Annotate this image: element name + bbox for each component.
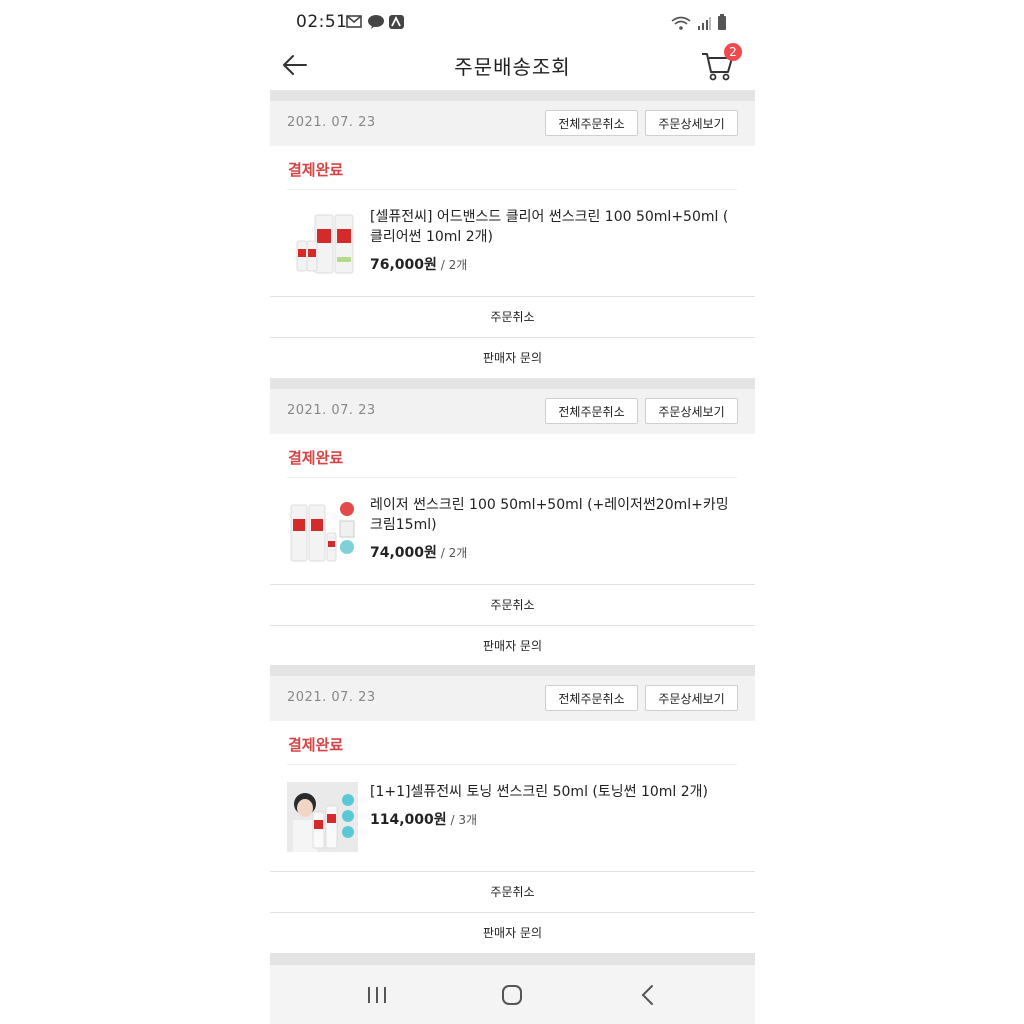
status-time: 02:51 (296, 12, 348, 32)
section-separator (270, 953, 755, 964)
order-date: 2021. 07. 23 (287, 115, 376, 130)
section-separator (270, 378, 755, 389)
divider (287, 477, 737, 478)
order-detail-button[interactable]: 주문상세보기 (645, 110, 738, 136)
nav-back-icon (641, 985, 653, 1005)
nav-back-button[interactable] (633, 983, 663, 1007)
product-name[interactable]: [1+1]셀퓨전씨 토닝 썬스크린 50ml (토닝썬 10ml 2개) (370, 782, 735, 802)
product-price: 76,000원 / 2개 (370, 254, 467, 274)
order-status: 결제완료 (288, 449, 344, 467)
cart-count-badge: 2 (724, 43, 742, 61)
product-name[interactable]: 레이저 썬스크린 100 50ml+50ml (+레이저썬20ml+카밍크림15… (370, 495, 735, 535)
section-separator (270, 90, 755, 101)
product-thumbnail[interactable] (287, 207, 358, 277)
home-icon (502, 985, 522, 1005)
order-card: 2021. 07. 23 전체주문취소 주문상세보기 결제완료 레이저 썬스크린… (270, 389, 755, 667)
phone-screen: 02:51 주문배송조회 2 2021. 07. 23 전체주문취소 주문상세보… (270, 0, 755, 1024)
signal-icon (698, 17, 711, 30)
seller-inquiry-button[interactable]: 판매자 문의 (270, 912, 755, 953)
cancel-all-orders-button[interactable]: 전체주문취소 (545, 685, 638, 711)
product-name[interactable]: [셀퓨전씨] 어드밴스드 클리어 썬스크린 100 50ml+50ml ( 클리… (370, 207, 735, 247)
order-status: 결제완료 (288, 736, 344, 754)
quantity: / 3개 (446, 813, 478, 827)
product-price: 74,000원 / 2개 (370, 542, 467, 562)
cancel-all-orders-button[interactable]: 전체주문취소 (545, 110, 638, 136)
system-nav-bar (270, 964, 755, 1024)
price-value: 114,000원 (370, 812, 447, 828)
recent-apps-icon (368, 987, 386, 1003)
section-separator (270, 665, 755, 676)
notification-icons (346, 14, 404, 29)
quantity: / 2개 (436, 258, 468, 272)
mail-icon (346, 14, 362, 28)
order-header: 2021. 07. 23 전체주문취소 주문상세보기 (270, 101, 755, 146)
order-detail-button[interactable]: 주문상세보기 (645, 398, 738, 424)
app-header: 주문배송조회 2 (270, 42, 755, 90)
product-price: 114,000원 / 3개 (370, 809, 477, 829)
system-icons (671, 14, 727, 30)
battery-icon (718, 14, 726, 30)
product-thumbnail[interactable] (287, 495, 358, 565)
price-value: 76,000원 (370, 257, 437, 273)
order-status: 결제완료 (288, 161, 344, 179)
order-header: 2021. 07. 23 전체주문취소 주문상세보기 (270, 389, 755, 434)
app-icon (388, 14, 404, 29)
quantity: / 2개 (436, 546, 468, 560)
cancel-order-button[interactable]: 주문취소 (270, 871, 755, 912)
divider (287, 764, 737, 765)
product-thumbnail[interactable] (287, 782, 358, 852)
cancel-all-orders-button[interactable]: 전체주문취소 (545, 398, 638, 424)
order-date: 2021. 07. 23 (287, 690, 376, 705)
order-card: 2021. 07. 23 전체주문취소 주문상세보기 결제완료 [1+1]셀퓨전… (270, 676, 755, 954)
order-header: 2021. 07. 23 전체주문취소 주문상세보기 (270, 676, 755, 721)
seller-inquiry-button[interactable]: 판매자 문의 (270, 625, 755, 666)
talk-icon (367, 14, 384, 29)
page-title: 주문배송조회 (454, 55, 571, 79)
status-bar: 02:51 (270, 0, 755, 42)
cancel-order-button[interactable]: 주문취소 (270, 296, 755, 337)
home-button[interactable] (497, 983, 527, 1007)
wifi-icon (671, 16, 691, 30)
seller-inquiry-button[interactable]: 판매자 문의 (270, 337, 755, 378)
divider (287, 189, 737, 190)
order-detail-button[interactable]: 주문상세보기 (645, 685, 738, 711)
price-value: 74,000원 (370, 545, 437, 561)
order-date: 2021. 07. 23 (287, 403, 376, 418)
order-card: 2021. 07. 23 전체주문취소 주문상세보기 결제완료 [셀퓨전씨] 어… (270, 101, 755, 379)
recent-apps-button[interactable] (362, 983, 392, 1007)
cancel-order-button[interactable]: 주문취소 (270, 584, 755, 625)
